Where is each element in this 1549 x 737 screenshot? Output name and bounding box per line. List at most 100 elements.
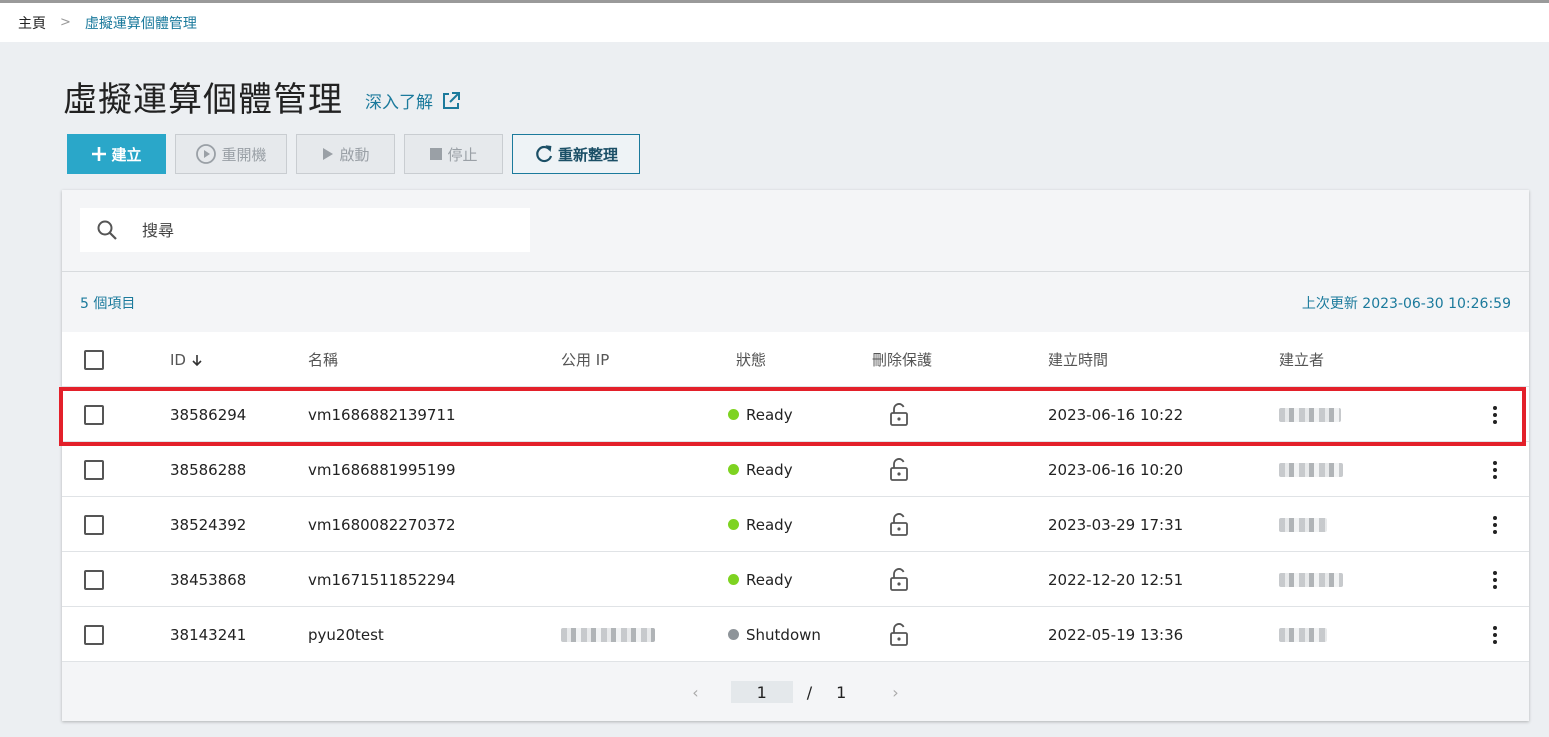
start-button[interactable]: 啟動 <box>296 134 395 174</box>
row-status: Ready <box>728 497 793 552</box>
row-status: Shutdown <box>728 607 821 662</box>
page-title: 虛擬運算個體管理 <box>63 80 343 120</box>
chevron-right-icon[interactable]: › <box>892 683 898 702</box>
header-id-label: ID <box>170 350 186 369</box>
row-status-label: Shutdown <box>746 625 821 644</box>
row-name[interactable]: pyu20test <box>308 607 384 662</box>
row-lock-cell <box>872 552 909 607</box>
redacted-ip <box>561 627 655 642</box>
search-input[interactable] <box>142 220 522 240</box>
title-row: 虛擬運算個體管理 深入了解 <box>63 72 461 121</box>
table-row[interactable]: 38143241 pyu20test Shutdown 2022-05-19 1… <box>62 607 1529 662</box>
row-actions[interactable] <box>1485 442 1505 497</box>
row-actions[interactable] <box>1485 497 1505 552</box>
search-box <box>80 208 530 252</box>
header-id[interactable]: ID <box>170 332 204 387</box>
breadcrumb: 主頁 > 虛擬運算個體管理 <box>0 3 1549 42</box>
row-checkbox[interactable] <box>84 404 104 425</box>
row-id: 38524392 <box>170 515 247 534</box>
restart-label: 重開機 <box>221 145 267 164</box>
row-checkbox[interactable] <box>84 514 104 535</box>
chevron-left-icon[interactable]: ‹ <box>692 683 698 702</box>
breadcrumb-home[interactable]: 主頁 <box>18 13 46 33</box>
more-vertical-icon <box>1493 570 1497 589</box>
row-lock-cell <box>872 497 909 552</box>
select-all-checkbox[interactable] <box>84 349 104 370</box>
header-name[interactable]: 名稱 <box>308 332 338 387</box>
breadcrumb-separator: > <box>60 15 71 30</box>
row-checkbox-cell <box>84 607 104 662</box>
redacted-creator <box>1279 462 1343 477</box>
current-page[interactable]: 1 <box>730 681 793 703</box>
arrow-down-icon <box>192 354 202 366</box>
row-created-at: 2022-05-19 13:36 <box>1048 625 1184 644</box>
row-public-ip-redacted <box>561 607 655 662</box>
stop-icon <box>430 148 443 160</box>
search-icon <box>97 220 117 240</box>
header-public-ip[interactable]: 公用 IP <box>561 332 609 387</box>
more-vertical-icon <box>1493 405 1497 424</box>
row-actions[interactable] <box>1485 387 1505 442</box>
refresh-label: 重新整理 <box>557 145 618 164</box>
total-pages: 1 <box>836 682 847 702</box>
unlock-icon <box>890 457 908 481</box>
last-updated: 上次更新 2023-06-30 10:26:59 <box>1301 296 1511 312</box>
more-vertical-icon <box>1493 515 1497 534</box>
redacted-creator <box>1279 517 1327 532</box>
row-actions[interactable] <box>1485 607 1505 662</box>
row-creator-redacted <box>1279 497 1327 552</box>
row-checkbox[interactable] <box>84 459 104 480</box>
row-name[interactable]: vm1671511852294 <box>308 552 456 607</box>
row-id: 38143241 <box>170 625 247 644</box>
table-header: ID 名稱 公用 IP 狀態 刪除保護 建立時間 建立者 <box>62 332 1529 387</box>
header-status[interactable]: 狀態 <box>728 332 766 387</box>
row-creator-redacted <box>1279 552 1343 607</box>
row-status-label: Ready <box>746 570 793 589</box>
row-checkbox[interactable] <box>84 569 104 590</box>
more-vertical-icon <box>1493 460 1497 479</box>
status-ready-dot <box>728 574 739 585</box>
row-checkbox-cell <box>84 497 104 552</box>
row-created-at: 2023-06-16 10:22 <box>1048 405 1184 424</box>
redacted-creator <box>1279 627 1327 642</box>
row-name[interactable]: vm1680082270372 <box>308 497 456 552</box>
row-name[interactable]: vm1686882139711 <box>308 387 456 442</box>
table-row[interactable]: 38586288 vm1686881995199 Ready 2023-06-1… <box>62 442 1529 497</box>
row-created-at: 2023-06-16 10:20 <box>1048 460 1184 479</box>
status-ready-dot <box>728 409 739 420</box>
row-lock-cell <box>872 607 909 662</box>
table-row[interactable]: 38524392 vm1680082270372 Ready 2023-03-2… <box>62 497 1529 552</box>
stop-button[interactable]: 停止 <box>404 134 503 174</box>
stop-label: 停止 <box>447 145 478 164</box>
row-lock-cell <box>872 442 909 497</box>
row-status-label: Ready <box>746 405 793 424</box>
row-actions[interactable] <box>1485 552 1505 607</box>
row-lock-cell <box>872 387 909 442</box>
row-checkbox-cell <box>84 387 104 442</box>
play-icon <box>323 148 334 160</box>
row-status: Ready <box>728 387 793 442</box>
header-created-at[interactable]: 建立時間 <box>1048 332 1108 387</box>
learn-more-link[interactable]: 深入了解 <box>365 88 461 113</box>
breadcrumb-current[interactable]: 虛擬運算個體管理 <box>85 13 197 33</box>
create-label: 建立 <box>111 145 142 164</box>
header-creator[interactable]: 建立者 <box>1279 332 1324 387</box>
page-separator: / <box>806 682 813 702</box>
unlock-icon <box>890 512 908 536</box>
refresh-button[interactable]: 重新整理 <box>512 134 640 174</box>
create-button[interactable]: 建立 <box>67 134 166 174</box>
row-checkbox[interactable] <box>84 624 104 645</box>
status-ready-dot <box>728 519 739 530</box>
row-creator-redacted <box>1279 607 1327 662</box>
row-creator-redacted <box>1279 387 1341 442</box>
plus-icon <box>92 147 107 161</box>
toolbar: 建立 重開機 啟動 停止 重新整理 <box>67 134 640 174</box>
restart-button[interactable]: 重開機 <box>175 134 287 174</box>
instance-table: ID 名稱 公用 IP 狀態 刪除保護 建立時間 建立者 38586294 vm… <box>59 332 1529 662</box>
table-row[interactable]: 38586294 vm1686882139711 Ready 2023-06-1… <box>62 387 1529 442</box>
row-status: Ready <box>728 442 793 497</box>
row-name[interactable]: vm1686881995199 <box>308 442 456 497</box>
table-row[interactable]: 38453868 vm1671511852294 Ready 2022-12-2… <box>62 552 1529 607</box>
header-delete-protection[interactable]: 刪除保護 <box>872 332 932 387</box>
instance-panel: 5 個項目 上次更新 2023-06-30 10:26:59 ID 名稱 公用 … <box>59 190 1529 721</box>
